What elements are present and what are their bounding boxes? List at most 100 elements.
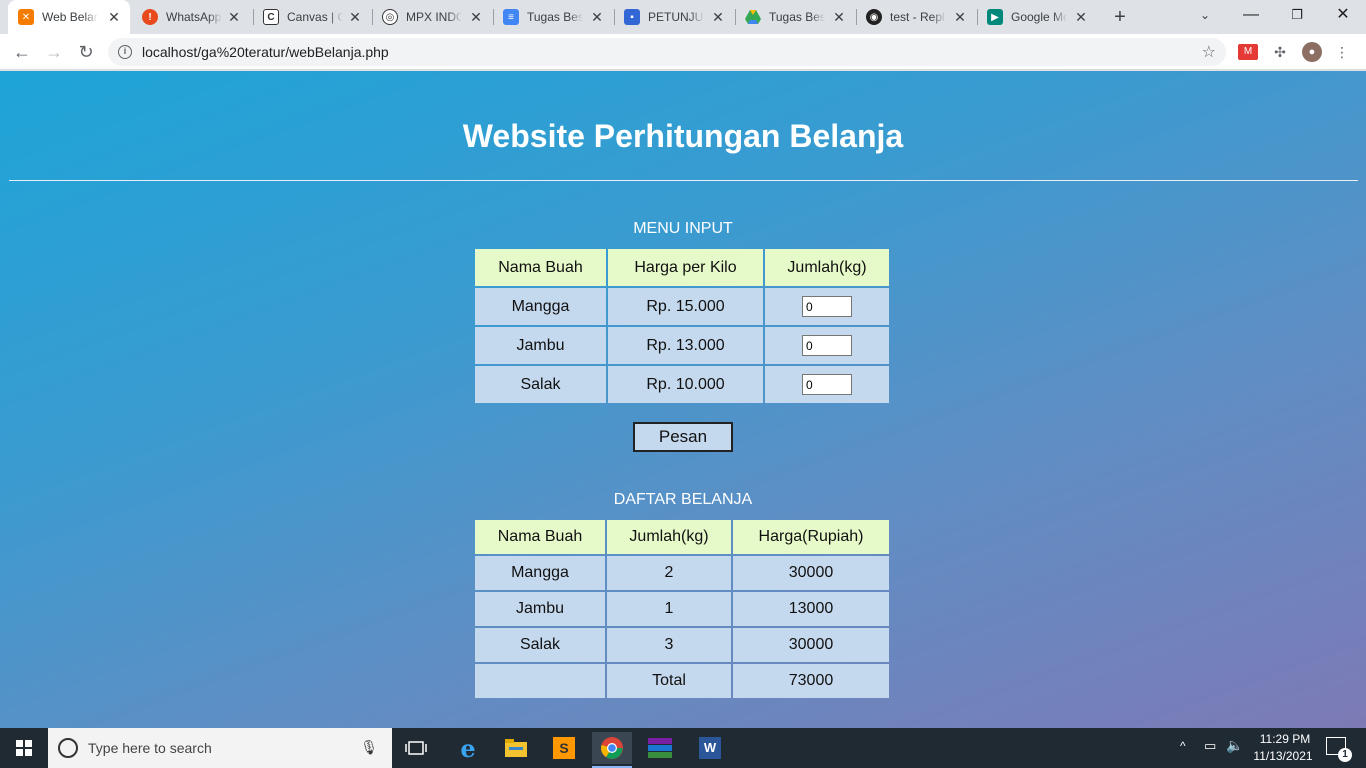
close-icon[interactable]: ✕: [226, 9, 242, 25]
battery-icon[interactable]: ▭: [1204, 738, 1216, 754]
tab-label: Google Meet: [1011, 10, 1067, 24]
close-icon[interactable]: ✕: [347, 9, 363, 25]
header-nama-buah: Nama Buah: [475, 520, 605, 554]
table-header-row: Nama Buah Jumlah(kg) Harga(Rupiah): [475, 520, 889, 554]
cell-fruit-name: Salak: [475, 628, 605, 662]
tab-label: PETUNJUK: [648, 10, 704, 24]
qty-input-salak[interactable]: [802, 374, 852, 395]
close-icon[interactable]: ✕: [831, 9, 847, 25]
classroom-icon: ▪: [624, 9, 640, 25]
tab-whatsapp[interactable]: ! WhatsApp ✕: [132, 0, 250, 34]
replit-icon: ◉: [866, 9, 882, 25]
close-icon[interactable]: ✕: [106, 9, 122, 25]
tab-google-meet[interactable]: ▶ Google Meet ✕: [977, 0, 1097, 34]
tab-tugas-besar-docs[interactable]: ≡ Tugas Besar ✕: [493, 0, 613, 34]
menu-input-table: Nama Buah Harga per Kilo Jumlah(kg) Mang…: [473, 247, 891, 405]
qty-input-jambu[interactable]: [802, 335, 852, 356]
close-icon[interactable]: ✕: [710, 9, 726, 25]
word-icon[interactable]: W: [690, 732, 730, 764]
chrome-icon[interactable]: [592, 732, 632, 768]
back-arrow-icon[interactable]: ←: [8, 38, 36, 66]
tab-search-chevron-icon[interactable]: ⌄: [1193, 3, 1217, 27]
table-row: Salak 3 30000: [475, 628, 889, 662]
divider: [9, 180, 1358, 181]
close-icon[interactable]: ✕: [1073, 9, 1089, 25]
page-title: Website Perhitungan Belanja: [462, 118, 904, 154]
minimize-button[interactable]: —: [1228, 0, 1274, 30]
restore-button[interactable]: ❐: [1274, 0, 1320, 30]
reload-icon[interactable]: ↻: [72, 38, 100, 66]
extension-mendeley-icon[interactable]: M: [1238, 44, 1258, 60]
cell-price: Rp. 10.000: [608, 366, 763, 403]
tab-strip: ✕ Web Belanja ✕ ! WhatsApp ✕ C Canvas | …: [0, 0, 1366, 34]
cell-fruit-name: Mangga: [475, 288, 606, 325]
cell-qty: [765, 288, 889, 325]
clock-time[interactable]: 11:29 PM: [1256, 732, 1314, 746]
taskbar-search-box[interactable]: Type here to search 🎙: [48, 728, 392, 768]
cell-qty: 1: [607, 592, 731, 626]
tab-mpx[interactable]: ◎ MPX INDONESIA ✕: [372, 0, 492, 34]
tab-canvas[interactable]: C Canvas | Course ✕: [253, 0, 371, 34]
close-icon[interactable]: ✕: [468, 9, 484, 25]
tab-web-belanja[interactable]: ✕ Web Belanja ✕: [8, 0, 130, 34]
cell-price: 13000: [733, 592, 889, 626]
docs-icon: ≡: [503, 9, 519, 25]
header-jumlah: Jumlah(kg): [607, 520, 731, 554]
daftar-belanja-heading: DAFTAR BELANJA: [613, 491, 753, 508]
bookmark-star-icon[interactable]: ☆: [1202, 42, 1216, 62]
tab-label: Web Belanja: [42, 10, 98, 24]
tab-label: Tugas Besar: [527, 10, 583, 24]
new-tab-button[interactable]: +: [1108, 5, 1132, 29]
profile-avatar[interactable]: ●: [1302, 42, 1322, 62]
file-explorer-icon[interactable]: [496, 732, 536, 764]
total-value: 73000: [733, 664, 889, 698]
task-view-icon[interactable]: [396, 732, 436, 764]
winrar-icon[interactable]: [640, 732, 680, 764]
tab-label: Canvas | Course: [287, 10, 343, 24]
table-row: Salak Rp. 10.000: [475, 366, 889, 403]
notification-count-badge: 1: [1338, 748, 1352, 762]
header-jumlah: Jumlah(kg): [765, 249, 889, 286]
cortana-icon: [58, 738, 78, 758]
tab-replit[interactable]: ◉ test - Replit ✕: [856, 0, 976, 34]
daftar-belanja-table: Nama Buah Jumlah(kg) Harga(Rupiah) Mangg…: [473, 518, 891, 700]
header-harga-per-kilo: Harga per Kilo: [608, 249, 763, 286]
cell-qty: 3: [607, 628, 731, 662]
sublime-text-icon[interactable]: S: [544, 732, 584, 764]
menu-kebab-icon[interactable]: ⋮: [1332, 42, 1352, 62]
extensions-puzzle-icon[interactable]: ✣: [1270, 42, 1290, 62]
tab-label: WhatsApp: [166, 10, 222, 24]
tab-petunjuk[interactable]: ▪ PETUNJUK ✕: [614, 0, 734, 34]
table-row: Mangga Rp. 15.000: [475, 288, 889, 325]
close-icon[interactable]: ✕: [952, 9, 968, 25]
cell-fruit-name: Jambu: [475, 327, 606, 364]
windows-logo-icon: [16, 740, 32, 756]
edge-icon[interactable]: e: [448, 732, 488, 764]
windows-start-button[interactable]: [0, 728, 48, 768]
clock-date[interactable]: 11/13/2021: [1252, 749, 1314, 763]
taskbar: Type here to search 🎙 e S W ^ ▭ 🔈 11:29 …: [0, 728, 1366, 768]
page-content: Website Perhitungan Belanja MENU INPUT N…: [0, 71, 1366, 728]
drive-icon: [745, 9, 761, 25]
tab-tugas-besar-drive[interactable]: Tugas Besar ✕: [735, 0, 855, 34]
cell-qty: 2: [607, 556, 731, 590]
table-row: Jambu Rp. 13.000: [475, 327, 889, 364]
close-window-button[interactable]: ✕: [1320, 0, 1366, 30]
close-icon[interactable]: ✕: [589, 9, 605, 25]
forward-arrow-icon[interactable]: →: [40, 38, 68, 66]
qty-input-mangga[interactable]: [802, 296, 852, 317]
show-hidden-icons-chevron-icon[interactable]: ^: [1180, 739, 1186, 753]
cell-price: Rp. 15.000: [608, 288, 763, 325]
address-bar[interactable]: i localhost/ga%20teratur/webBelanja.php …: [108, 38, 1226, 66]
tab-label: MPX INDONESIA: [406, 10, 462, 24]
meet-icon: ▶: [987, 9, 1003, 25]
url-text[interactable]: localhost/ga%20teratur/webBelanja.php: [142, 44, 389, 60]
canvas-icon: C: [263, 9, 279, 25]
pesan-button[interactable]: Pesan: [633, 422, 733, 452]
cell-fruit-name: Salak: [475, 366, 606, 403]
volume-icon[interactable]: 🔈: [1226, 737, 1243, 754]
mpx-icon: ◎: [382, 9, 398, 25]
microphone-icon[interactable]: 🎙: [360, 739, 378, 756]
info-icon[interactable]: i: [118, 45, 132, 59]
cell-empty: [475, 664, 605, 698]
